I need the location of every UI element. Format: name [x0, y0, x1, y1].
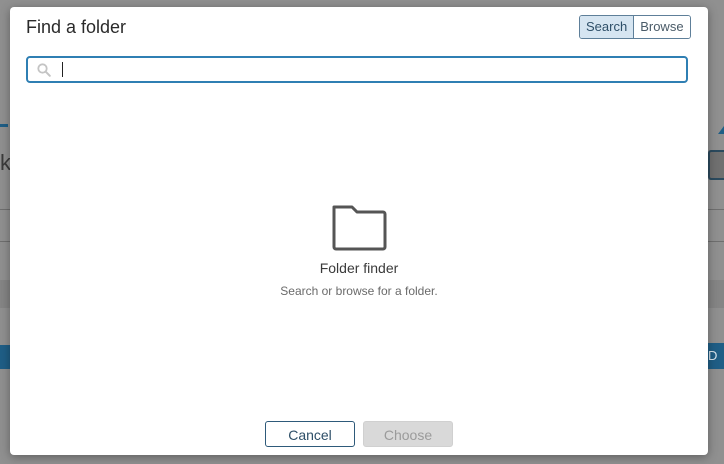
empty-state: Folder finder Search or browse for a fol…	[10, 203, 708, 298]
dialog-title: Find a folder	[26, 17, 127, 37]
folder-icon	[332, 205, 387, 251]
browse-mode-button[interactable]: Browse	[634, 16, 690, 38]
choose-button[interactable]: Choose	[363, 421, 453, 447]
empty-state-title: Folder finder	[319, 260, 399, 276]
background-fragment	[0, 345, 10, 369]
search-icon	[37, 63, 51, 77]
background-fragment	[718, 126, 724, 134]
search-mode-button[interactable]: Search	[580, 16, 635, 38]
search-field[interactable]	[26, 56, 688, 83]
mode-toggle: Search Browse	[579, 15, 691, 39]
cancel-button[interactable]: Cancel	[265, 421, 355, 447]
find-folder-dialog: Find a folder Search Browse Folder finde…	[10, 7, 708, 455]
search-input[interactable]	[58, 58, 678, 81]
empty-state-subtitle: Search or browse for a folder.	[280, 284, 438, 298]
background-fragment	[706, 343, 724, 369]
text-caret	[62, 62, 63, 77]
background-fragment	[708, 150, 724, 180]
background-fragment	[0, 124, 8, 137]
